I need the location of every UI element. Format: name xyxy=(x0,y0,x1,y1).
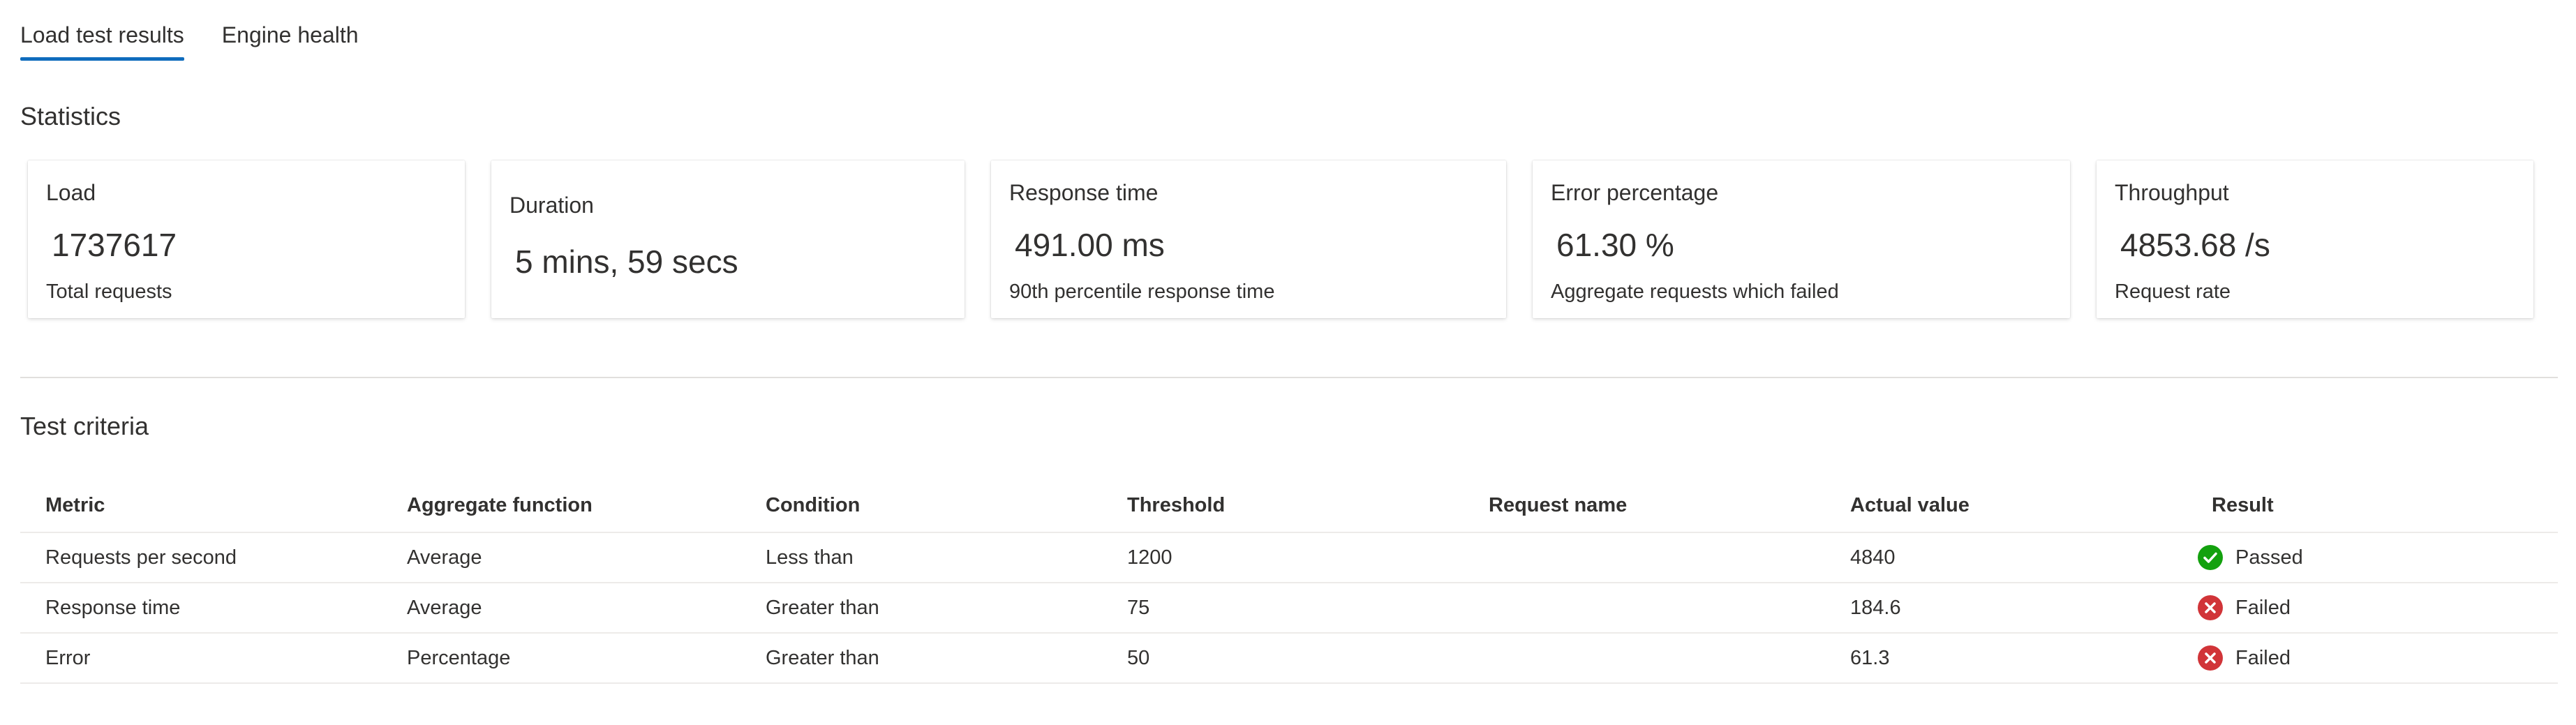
test-criteria-heading: Test criteria xyxy=(20,412,149,440)
table-row: Error Percentage Greater than 50 61.3 Fa… xyxy=(20,634,2558,684)
tab-bar: Load test results Engine health xyxy=(20,20,359,63)
duration-card-title: Duration xyxy=(509,193,594,218)
test-criteria-table: Metric Aggregate function Condition Thre… xyxy=(20,479,2558,684)
column-header-metric[interactable]: Metric xyxy=(45,479,105,532)
error-circle-icon xyxy=(2198,645,2223,671)
section-divider xyxy=(20,377,2558,378)
load-card-subtitle: Total requests xyxy=(46,281,172,303)
result-cell: Passed xyxy=(2198,533,2303,582)
actual-value-cell: 61.3 xyxy=(1850,646,1890,669)
error-circle-icon xyxy=(2198,595,2223,620)
error-percentage-card-title: Error percentage xyxy=(1551,180,1719,205)
table-header-row: Metric Aggregate function Condition Thre… xyxy=(20,479,2558,533)
result-label: Failed xyxy=(2235,596,2291,619)
metric-cell: Response time xyxy=(45,596,181,619)
load-card-value: 1737617 xyxy=(52,227,177,263)
metric-cell: Error xyxy=(45,646,91,669)
response-time-card-subtitle: 90th percentile response time xyxy=(1009,281,1275,303)
threshold-cell: 1200 xyxy=(1127,546,1172,569)
result-cell: Failed xyxy=(2198,583,2291,632)
tab-engine-health[interactable]: Engine health xyxy=(222,20,359,63)
load-card: Load 1737617 Total requests xyxy=(28,160,465,318)
duration-card-value: 5 mins, 59 secs xyxy=(515,244,738,280)
actual-value-cell: 4840 xyxy=(1850,546,1896,569)
result-cell: Failed xyxy=(2198,634,2291,682)
response-time-card: Response time 491.00 ms 90th percentile … xyxy=(991,160,1506,318)
throughput-card-value: 4853.68 /s xyxy=(2120,227,2270,263)
actual-value-cell: 184.6 xyxy=(1850,596,1901,619)
error-percentage-card-subtitle: Aggregate requests which failed xyxy=(1551,281,1839,303)
column-header-aggregate-function[interactable]: Aggregate function xyxy=(407,479,593,532)
result-label: Passed xyxy=(2235,546,2303,569)
result-label: Failed xyxy=(2235,646,2291,669)
condition-cell: Greater than xyxy=(766,596,879,619)
column-header-actual-value[interactable]: Actual value xyxy=(1850,479,1970,532)
throughput-card-subtitle: Request rate xyxy=(2115,281,2231,303)
aggregate-function-cell: Average xyxy=(407,596,482,619)
throughput-card: Throughput 4853.68 /s Request rate xyxy=(2097,160,2533,318)
column-header-result[interactable]: Result xyxy=(2212,479,2274,532)
check-circle-icon xyxy=(2198,545,2223,570)
response-time-card-title: Response time xyxy=(1009,180,1159,205)
column-header-threshold[interactable]: Threshold xyxy=(1127,479,1225,532)
response-time-card-value: 491.00 ms xyxy=(1015,227,1165,263)
column-header-condition[interactable]: Condition xyxy=(766,479,860,532)
column-header-request-name[interactable]: Request name xyxy=(1489,479,1627,532)
statistics-heading: Statistics xyxy=(20,102,121,130)
threshold-cell: 50 xyxy=(1127,646,1150,669)
threshold-cell: 75 xyxy=(1127,596,1150,619)
error-percentage-card: Error percentage 61.30 % Aggregate reque… xyxy=(1533,160,2070,318)
condition-cell: Greater than xyxy=(766,646,879,669)
aggregate-function-cell: Percentage xyxy=(407,646,511,669)
condition-cell: Less than xyxy=(766,546,854,569)
table-row: Requests per second Average Less than 12… xyxy=(20,533,2558,583)
aggregate-function-cell: Average xyxy=(407,546,482,569)
duration-card: Duration 5 mins, 59 secs xyxy=(491,160,965,318)
table-row: Response time Average Greater than 75 18… xyxy=(20,583,2558,634)
tab-load-test-results[interactable]: Load test results xyxy=(20,20,184,63)
load-card-title: Load xyxy=(46,180,96,205)
error-percentage-card-value: 61.30 % xyxy=(1556,227,1674,263)
metric-cell: Requests per second xyxy=(45,546,237,569)
throughput-card-title: Throughput xyxy=(2115,180,2229,205)
